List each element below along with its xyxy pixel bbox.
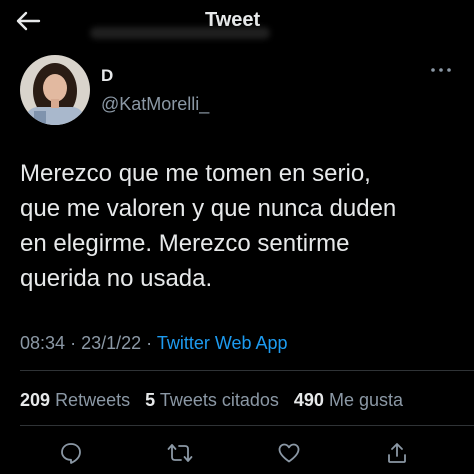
tweet-line: en elegirme. Merezco sentirme — [20, 230, 350, 257]
separator: · — [146, 333, 153, 353]
likes-label: Me gusta — [328, 390, 404, 410]
tweet-line: querida no usada. — [20, 265, 213, 292]
tweet-time[interactable]: 08:34 — [20, 333, 65, 353]
retweets-label: Retweets — [55, 390, 131, 410]
retweet-icon — [167, 444, 193, 462]
more-icon — [431, 68, 451, 72]
quotes-stat[interactable]: 5 Tweets citados — [145, 390, 279, 410]
avatar[interactable] — [20, 55, 90, 125]
tweet-stats: 209 Retweets 5 Tweets citados 490 Me gus… — [20, 390, 403, 411]
tweet-source-link[interactable]: Twitter Web App — [157, 333, 288, 353]
tweet-line: Merezco que me tomen en serio, — [20, 160, 371, 187]
arrow-left-icon — [16, 11, 41, 31]
divider — [20, 425, 474, 426]
back-button[interactable] — [12, 6, 44, 36]
like-button[interactable] — [274, 438, 304, 468]
quotes-count: 5 — [145, 390, 156, 410]
retweet-button[interactable] — [165, 438, 195, 468]
share-button[interactable] — [382, 438, 412, 468]
author-handle[interactable]: @KatMorelli_ — [101, 94, 209, 115]
blurred-overlay — [90, 27, 270, 39]
likes-count: 490 — [293, 390, 324, 410]
tweet-line: que me valoren y que nunca duden — [20, 195, 397, 222]
tweet-metadata: 08:34 · 23/1/22 · Twitter Web App — [20, 333, 288, 354]
tweet-date[interactable]: 23/1/22 — [81, 333, 141, 353]
like-icon — [278, 443, 300, 463]
quotes-label: Tweets citados — [159, 390, 279, 410]
retweets-stat[interactable]: 209 Retweets — [20, 390, 130, 410]
likes-stat[interactable]: 490 Me gusta — [294, 390, 403, 410]
reply-icon — [61, 443, 81, 464]
avatar-image — [20, 55, 90, 125]
action-bar — [0, 438, 474, 470]
retweets-count: 209 — [20, 390, 51, 410]
author-name[interactable]: D — [101, 66, 113, 86]
more-options-button[interactable] — [428, 60, 454, 80]
top-bar: Tweet — [0, 0, 474, 42]
separator: · — [70, 333, 77, 353]
tweet-text: Merezco que me tomen en serio, que me va… — [20, 156, 460, 296]
reply-button[interactable] — [56, 438, 86, 468]
share-icon — [388, 443, 406, 463]
divider — [20, 370, 474, 371]
